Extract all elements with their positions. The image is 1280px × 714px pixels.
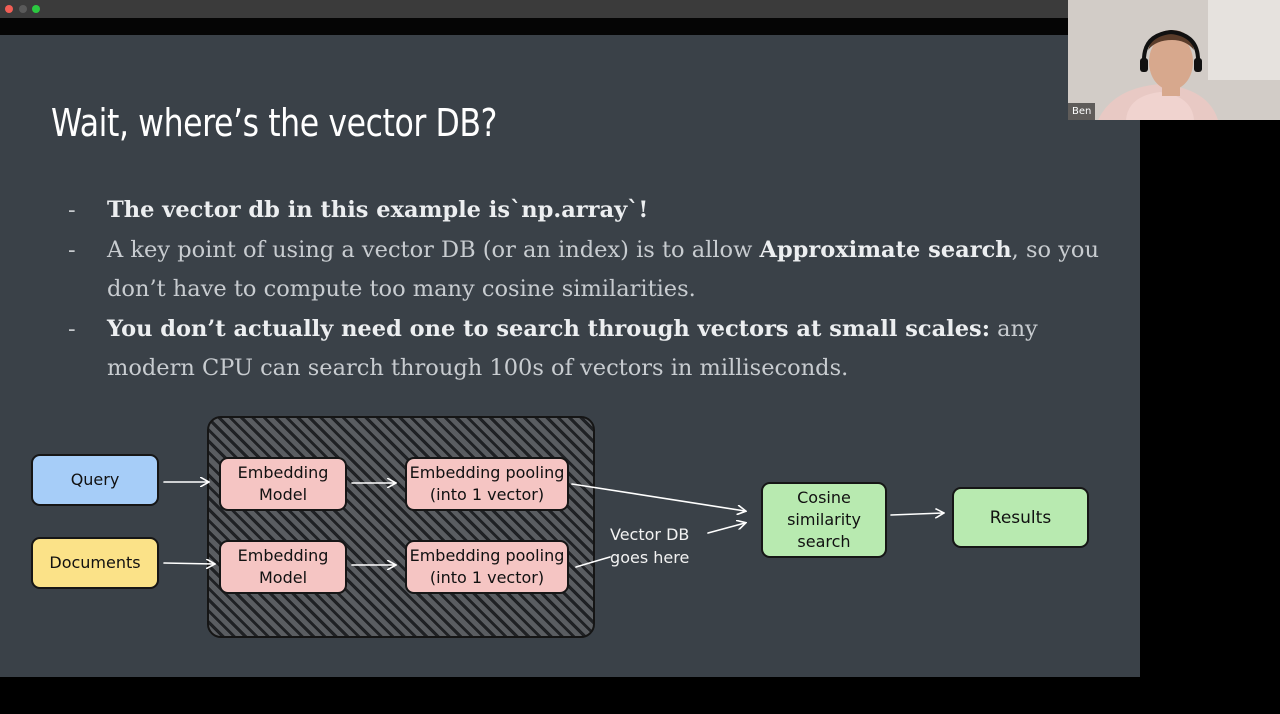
close-window-button[interactable]	[5, 5, 13, 13]
maximize-window-button[interactable]	[32, 5, 40, 13]
minimize-window-button[interactable]	[19, 5, 27, 13]
participant-video-icon	[1068, 0, 1280, 120]
arrow	[707, 523, 745, 534]
arrow	[571, 483, 745, 511]
diagram-arrows	[163, 35, 1140, 677]
arrow	[575, 556, 611, 568]
arrow	[890, 513, 943, 515]
arrow	[163, 563, 214, 564]
top-bar	[0, 18, 1068, 35]
window-titlebar	[0, 0, 1068, 18]
participant-video-tile[interactable]: Ben	[1068, 0, 1280, 120]
participant-name: Ben	[1068, 103, 1096, 120]
